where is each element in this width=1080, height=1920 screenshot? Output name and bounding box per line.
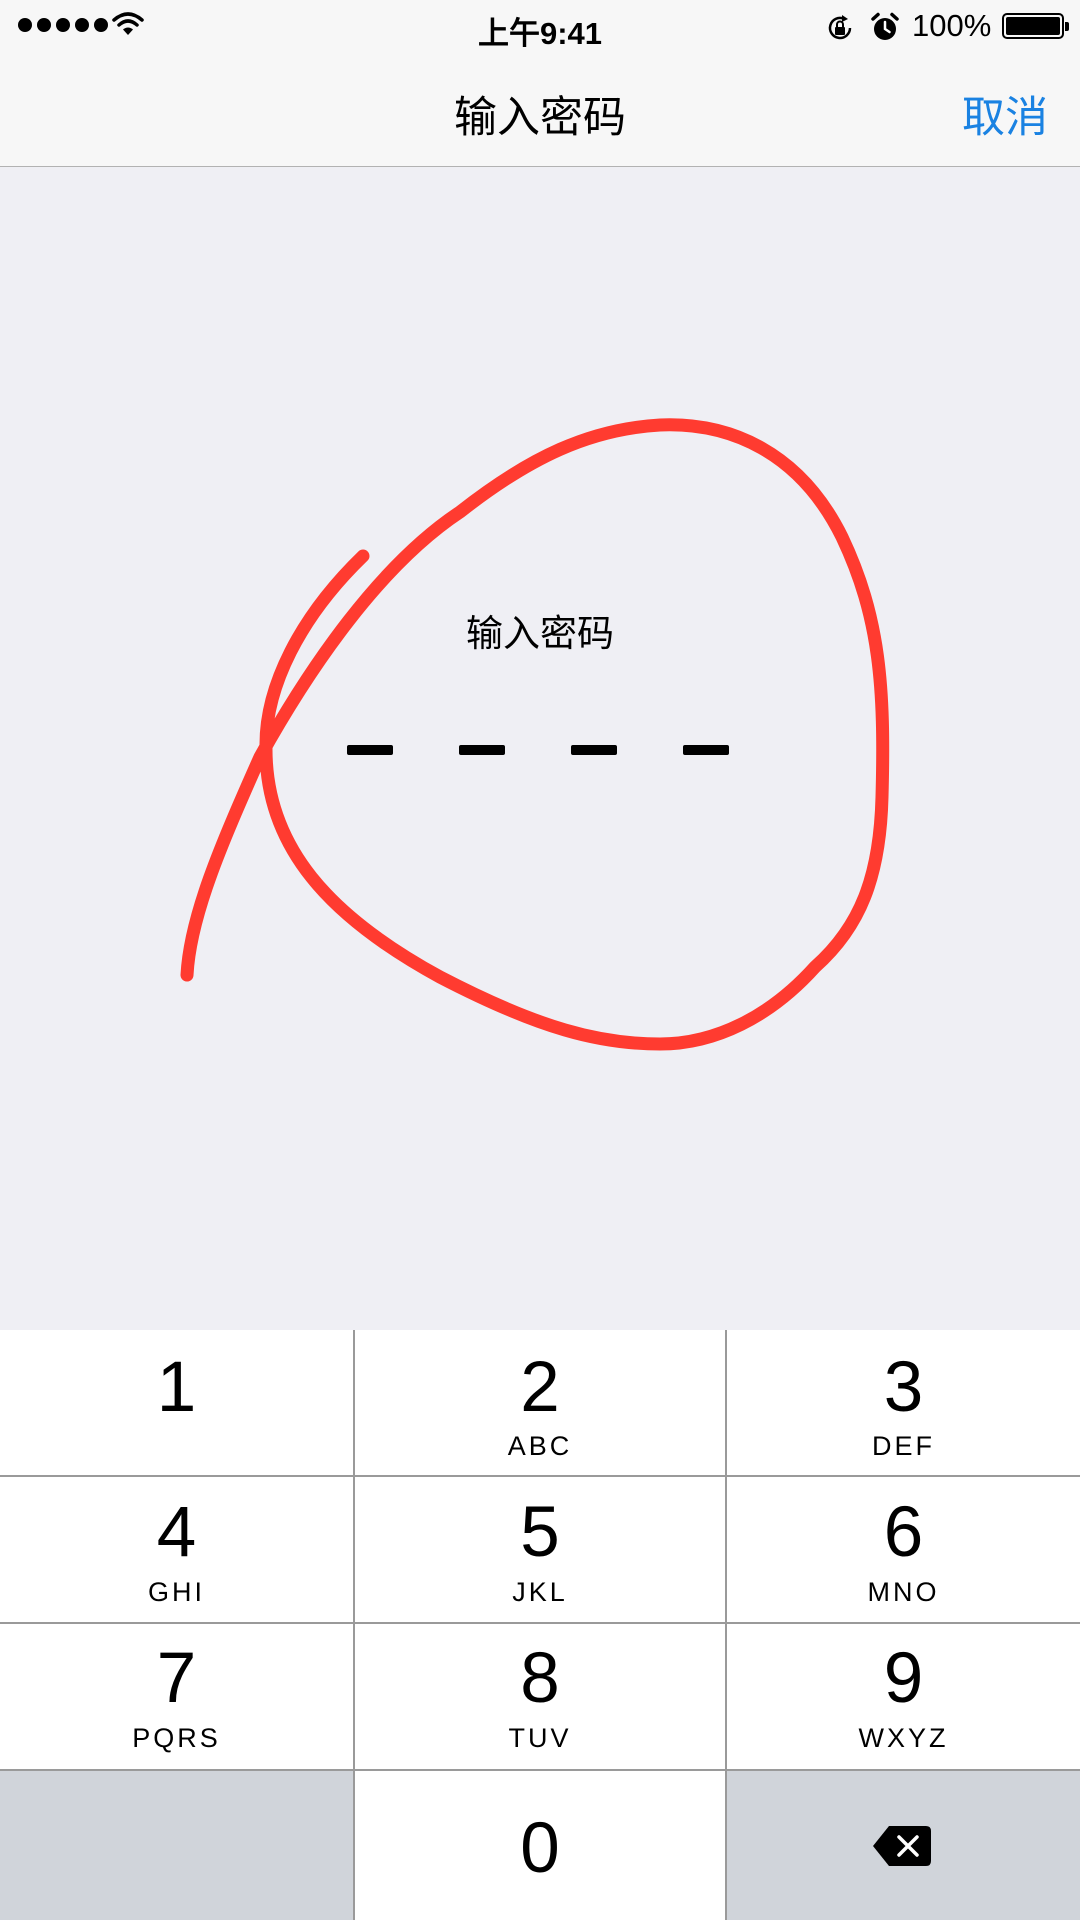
key-digit: 8 bbox=[520, 1639, 560, 1718]
alarm-icon bbox=[871, 12, 899, 40]
cancel-button[interactable]: 取消 bbox=[962, 83, 1048, 145]
key-0[interactable]: 0 bbox=[355, 1771, 725, 1920]
key-digit: 6 bbox=[883, 1493, 924, 1572]
rotation-lock-icon bbox=[828, 15, 852, 40]
key-letters: WXYZ bbox=[858, 1723, 949, 1753]
key-digit: 1 bbox=[156, 1348, 197, 1427]
delete-button[interactable] bbox=[727, 1771, 1080, 1920]
key-letters: TUV bbox=[508, 1723, 572, 1753]
key-letters: MNO bbox=[867, 1577, 940, 1607]
key-letters: GHI bbox=[147, 1577, 205, 1607]
key-letters: PQRS bbox=[132, 1723, 221, 1753]
key-digit: 7 bbox=[156, 1639, 197, 1718]
key-letters: ABC bbox=[507, 1431, 573, 1461]
key-1[interactable]: 1 bbox=[0, 1330, 353, 1475]
key-digit: 2 bbox=[520, 1348, 560, 1427]
key-letters: JKL bbox=[512, 1577, 568, 1607]
key-digit: 5 bbox=[520, 1493, 560, 1572]
key-letters: DEF bbox=[872, 1431, 935, 1461]
key-digit: 3 bbox=[883, 1348, 924, 1427]
passcode-area: 输入密码 bbox=[0, 167, 1080, 1329]
key-3[interactable]: 3 DEF bbox=[727, 1330, 1080, 1475]
key-7[interactable]: 7 PQRS bbox=[0, 1624, 353, 1769]
nav-title: 输入密码 bbox=[454, 94, 626, 142]
nav-bar: 输入密码 取消 bbox=[0, 56, 1080, 167]
key-digit: 4 bbox=[156, 1493, 197, 1572]
status-bar: 上午9:41 100% bbox=[0, 0, 1080, 56]
key-9[interactable]: 9 WXYZ bbox=[727, 1624, 1080, 1769]
number-keypad: 1 2 ABC 3 DEF 4 GHI 5 JKL 6 MNO 7 PQRS 8… bbox=[0, 1330, 1080, 1920]
key-6[interactable]: 6 MNO bbox=[727, 1477, 1080, 1622]
key-5[interactable]: 5 JKL bbox=[355, 1477, 725, 1622]
key-4[interactable]: 4 GHI bbox=[0, 1477, 353, 1622]
backspace-icon bbox=[873, 1826, 931, 1866]
key-digit: 0 bbox=[520, 1809, 560, 1888]
battery-percentage: 100% bbox=[912, 8, 992, 43]
key-8[interactable]: 8 TUV bbox=[355, 1624, 725, 1769]
annotation-circle bbox=[180, 418, 890, 1051]
key-2[interactable]: 2 ABC bbox=[355, 1330, 725, 1475]
battery-icon bbox=[1002, 13, 1069, 39]
key-digit: 9 bbox=[883, 1639, 924, 1718]
keypad-empty-key bbox=[0, 1771, 353, 1920]
